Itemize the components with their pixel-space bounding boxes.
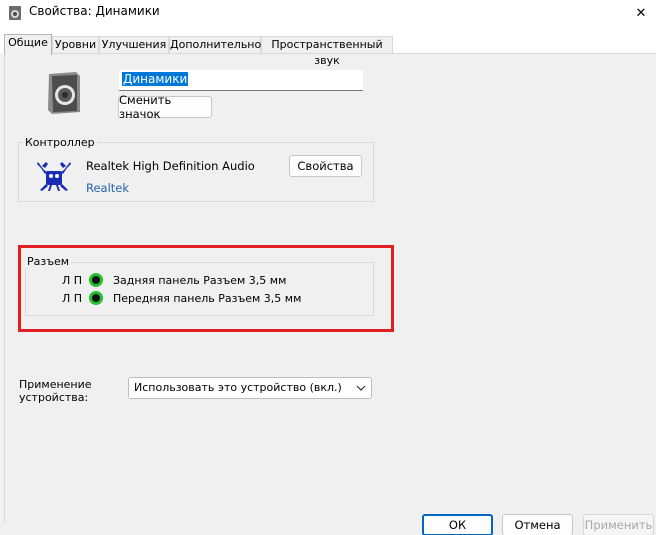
jack-status-icon [89, 291, 103, 305]
device-usage-select[interactable]: Использовать это устройство (вкл.) [128, 377, 372, 399]
tab-general[interactable]: Общие [4, 34, 52, 55]
speaker-icon [48, 72, 80, 114]
jack-label: Передняя панель Разъем 3,5 мм [113, 291, 302, 305]
realtek-crab-logo [37, 162, 71, 191]
jack-channels: Л П [62, 291, 83, 305]
jack-row-front: Л П Передняя панель Разъем 3,5 мм [62, 290, 301, 306]
cancel-button[interactable]: Отмена [502, 514, 573, 535]
close-icon: ✕ [635, 5, 647, 21]
apply-button[interactable]: Применить [583, 514, 654, 535]
device-usage-value: Использовать это устройство (вкл.) [134, 381, 342, 394]
close-button[interactable]: ✕ [626, 0, 656, 26]
window-title: Свойства: Динамики [29, 4, 160, 18]
controller-name: Realtek High Definition Audio [86, 159, 255, 173]
jack-row-rear: Л П Задняя панель Разъем 3,5 мм [62, 272, 286, 288]
controller-vendor: Realtek [86, 181, 130, 195]
controller-group-label: Контроллер [23, 136, 97, 149]
tab-advanced[interactable]: Дополнительно [169, 36, 261, 54]
jack-group [25, 262, 374, 316]
tab-strip: Общие Уровни Улучшения Дополнительно Про… [0, 26, 656, 67]
tab-enhancements[interactable]: Улучшения [99, 36, 169, 54]
device-name-field[interactable]: Динамики [119, 70, 363, 91]
title-bar: Свойства: Динамики ✕ [0, 0, 656, 26]
controller-properties-button[interactable]: Свойства [289, 155, 362, 177]
jack-status-icon [89, 273, 103, 287]
change-icon-button[interactable]: Сменить значок [118, 93, 212, 121]
tab-levels[interactable]: Уровни [52, 36, 99, 54]
jack-group-label: Разъем [25, 255, 72, 268]
ok-button[interactable]: ОК [422, 514, 493, 535]
speaker-app-icon [9, 6, 21, 20]
tab-spatial-sound[interactable]: Пространственный звук [261, 36, 393, 67]
device-usage-label: Применение устройства: [19, 378, 92, 404]
jack-channels: Л П [62, 273, 83, 287]
chevron-down-icon [356, 385, 366, 391]
jack-label: Задняя панель Разъем 3,5 мм [113, 273, 287, 287]
